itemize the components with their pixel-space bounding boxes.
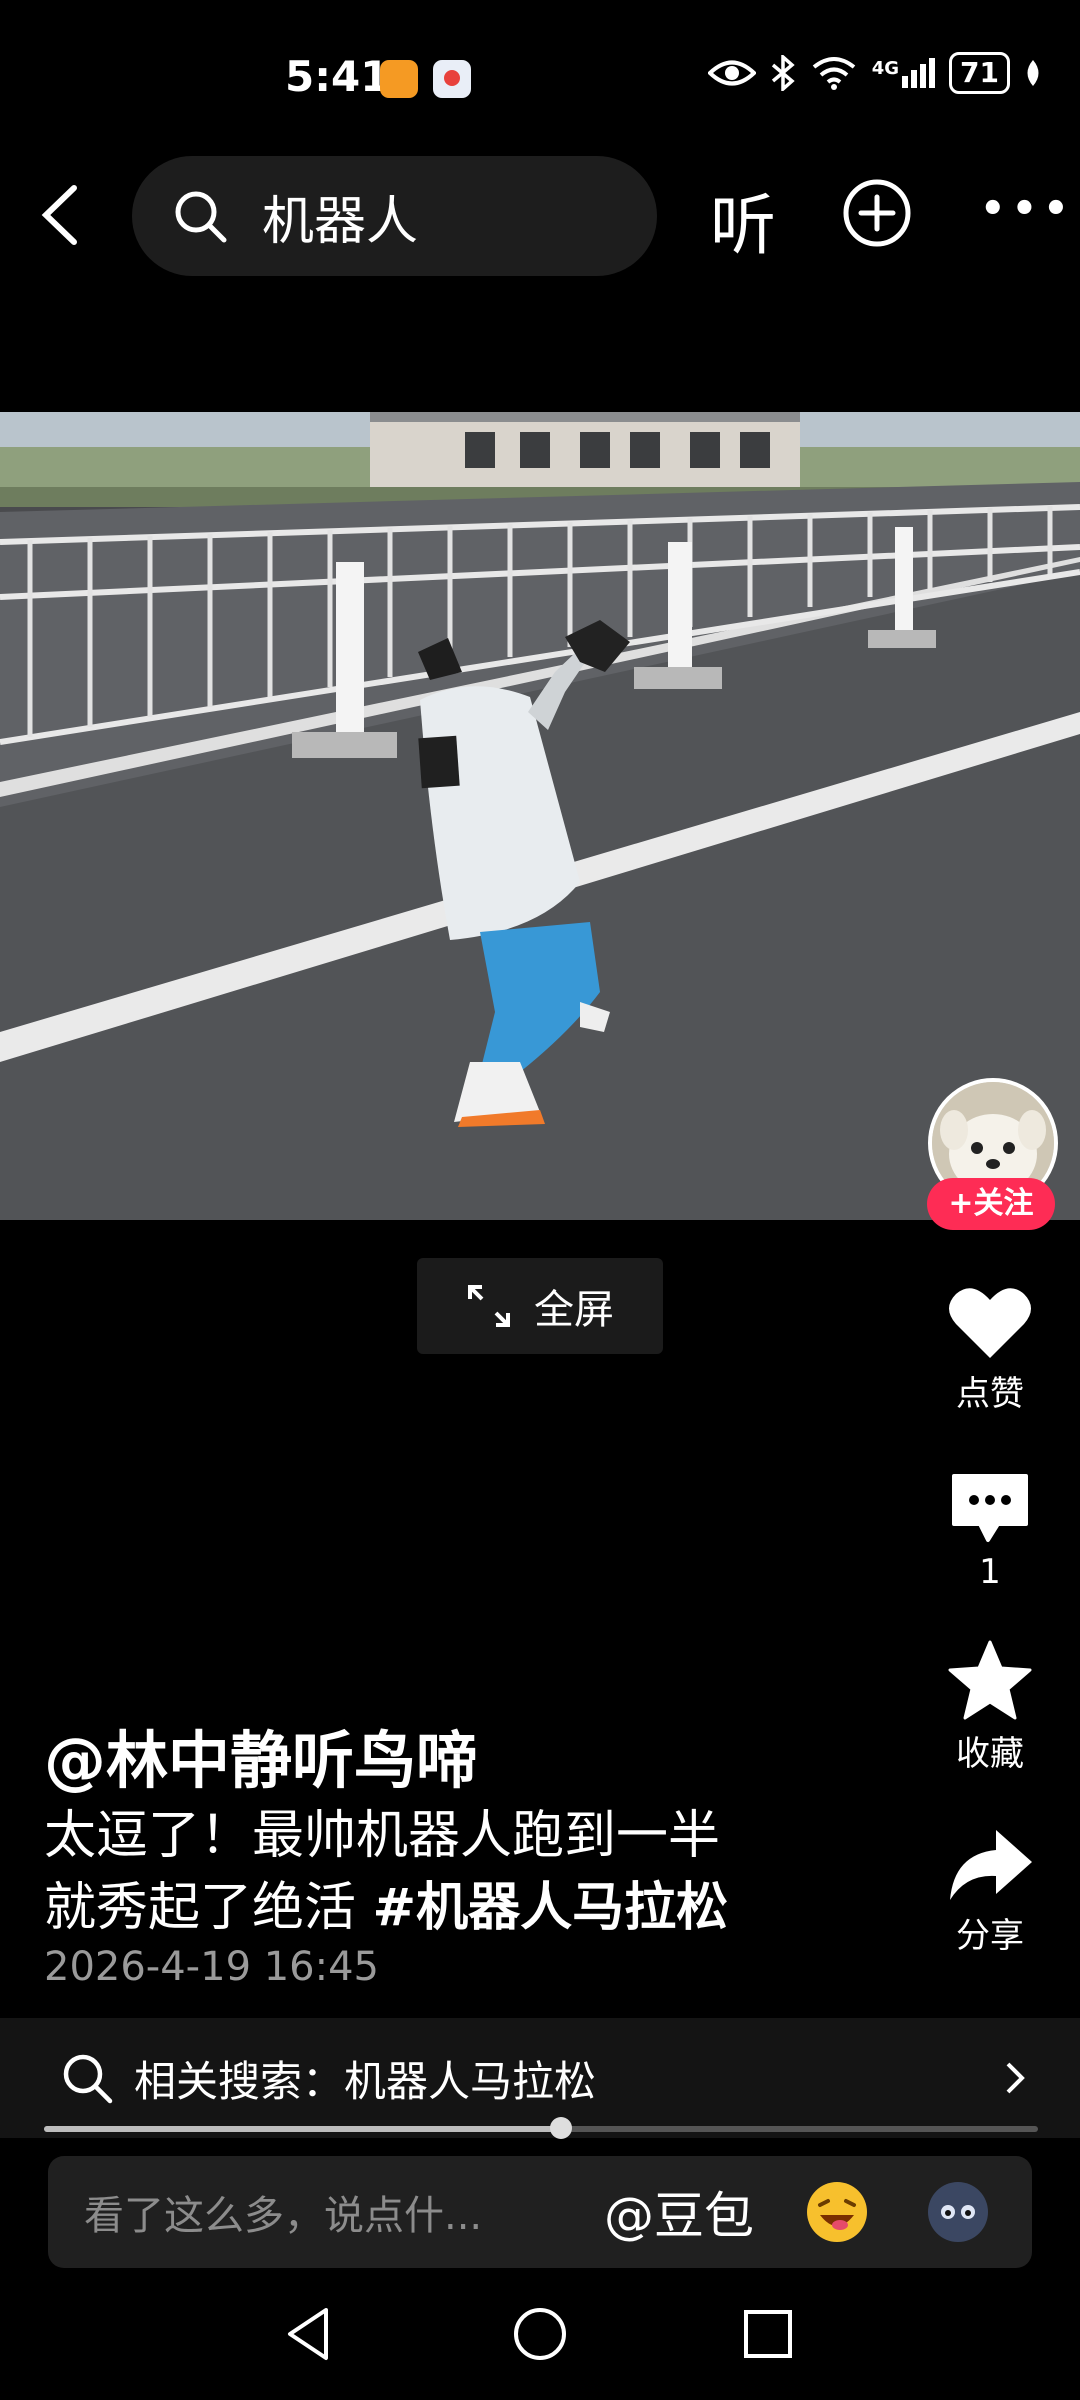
like-label: 点赞 <box>956 1374 1024 1414</box>
video-progress-fill <box>44 2126 561 2132</box>
comment-placeholder[interactable]: 看了这么多，说点什... <box>84 2183 574 2241</box>
hashtag-link[interactable]: #机器人马拉松 <box>373 1878 729 1938</box>
video-player[interactable] <box>0 412 1080 1220</box>
nav-recent-icon[interactable] <box>742 2306 794 2362</box>
eye-icon <box>707 60 756 86</box>
description-line-2: 就秀起了绝活 <box>44 1878 373 1938</box>
nav-home-icon[interactable] <box>512 2306 568 2362</box>
author-name[interactable]: @林中静听鸟啼 <box>44 1710 478 1800</box>
description-line-1: 太逗了！最帅机器人跑到一半 <box>44 1806 721 1866</box>
search-box[interactable]: 机器人 <box>132 156 657 276</box>
share-button[interactable]: 分享 <box>920 1826 1060 1957</box>
post-date: 2026-4-19 16:45 <box>44 1944 379 1990</box>
related-search-bar[interactable]: 相关搜索：机器人马拉松 <box>0 2018 1080 2138</box>
video-progress-thumb[interactable] <box>550 2117 572 2139</box>
more-icon[interactable]: ••• <box>980 186 1075 232</box>
favorite-label: 收藏 <box>956 1734 1024 1774</box>
fullscreen-label: 全屏 <box>534 1287 614 1333</box>
share-label: 分享 <box>956 1916 1024 1956</box>
bluetooth-icon <box>771 55 795 91</box>
video-description: 太逗了！最帅机器人跑到一半 就秀起了绝活 #机器人马拉松 <box>44 1800 864 1944</box>
map-notification-icon <box>433 60 471 98</box>
comment-input-bar[interactable]: 看了这么多，说点什... @豆包 <box>48 2156 1032 2268</box>
battery-indicator: 71 <box>949 52 1010 94</box>
search-icon <box>175 191 227 243</box>
chevron-right-icon <box>1006 2062 1025 2094</box>
search-icon <box>63 2054 113 2104</box>
app-notification-icon <box>380 60 418 98</box>
comment-button[interactable]: 1 <box>920 1470 1060 1592</box>
add-circle-icon[interactable] <box>842 178 912 248</box>
search-query: 机器人 <box>262 191 419 252</box>
comment-count: 1 <box>979 1552 1001 1592</box>
listen-button[interactable]: 听 <box>710 172 776 268</box>
nav-back-icon[interactable] <box>282 2306 334 2362</box>
status-icons: 4G 71 <box>707 52 1042 94</box>
share-icon <box>950 1830 1032 1900</box>
emoji-icon[interactable] <box>804 2179 870 2245</box>
status-time: 5:41 <box>285 52 390 101</box>
doubao-mention-button[interactable]: @豆包 <box>604 2176 754 2248</box>
fullscreen-icon <box>468 1285 510 1327</box>
wifi-icon <box>812 57 855 90</box>
heart-icon <box>949 1288 1031 1358</box>
video-frame <box>0 412 1080 1220</box>
cellular-icon: 4G <box>871 58 936 88</box>
related-search-label: 相关搜索：机器人马拉松 <box>134 2056 597 2106</box>
network-type: 4G <box>871 58 900 79</box>
like-button[interactable]: 点赞 <box>920 1284 1060 1415</box>
doubao-avatar-icon[interactable] <box>926 2180 990 2244</box>
comment-icon <box>952 1474 1028 1542</box>
fullscreen-button[interactable]: 全屏 <box>417 1258 663 1354</box>
back-icon[interactable] <box>32 180 92 250</box>
favorite-button[interactable]: 收藏 <box>920 1640 1060 1775</box>
star-icon <box>948 1640 1032 1720</box>
follow-button[interactable]: +关注 <box>927 1178 1055 1230</box>
leaf-icon <box>1027 60 1039 86</box>
